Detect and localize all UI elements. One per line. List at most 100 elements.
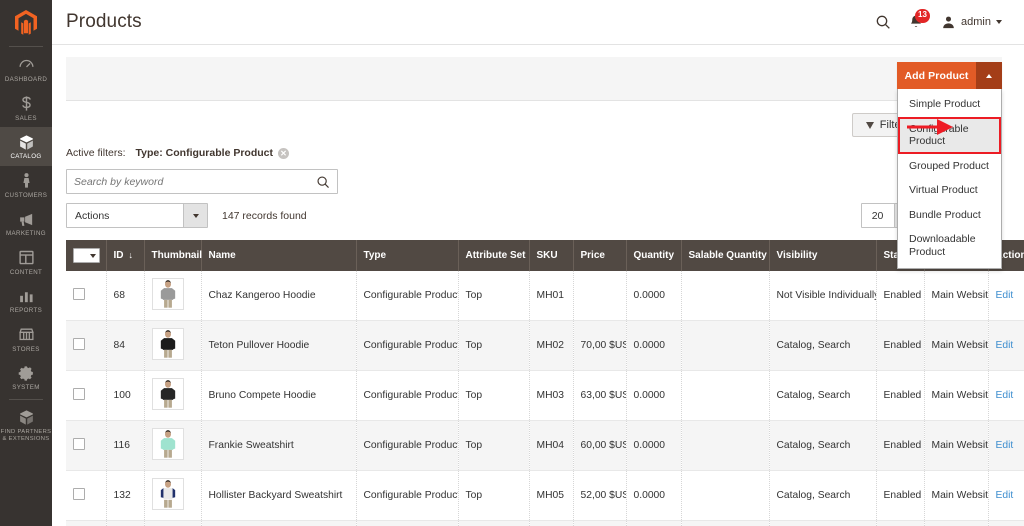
product-thumbnail[interactable]	[151, 328, 184, 360]
product-thumbnail[interactable]	[151, 378, 184, 410]
product-thumbnail[interactable]	[151, 278, 184, 310]
add-product-toggle[interactable]	[976, 62, 1002, 89]
row-checkbox[interactable]	[66, 320, 107, 371]
cell-action[interactable]: Edit	[988, 520, 1024, 526]
add-product-menu-item-bundle-product[interactable]: Bundle Product	[898, 203, 1001, 228]
admin-sidebar: DASHBOARD SALES CATALOG CUSTOMERS MARKET…	[0, 0, 52, 526]
cell-action[interactable]: Edit	[988, 370, 1024, 421]
cell-name: Hollister Backyard Sweatshirt	[201, 470, 357, 521]
search-input[interactable]	[74, 175, 316, 188]
row-checkbox[interactable]	[66, 271, 107, 321]
sidebar-item-marketing[interactable]: MARKETING	[0, 204, 52, 243]
sidebar-item-stores[interactable]: STORES	[0, 320, 52, 359]
sidebar-item-customers[interactable]: CUSTOMERS	[0, 166, 52, 205]
actions-select[interactable]: Actions	[66, 203, 208, 228]
cell-visibility: Catalog, Search	[769, 470, 877, 521]
th-visibility[interactable]: Visibility	[769, 240, 877, 271]
filter-chip-label: Type: Configurable Product	[135, 147, 273, 159]
row-checkbox[interactable]	[73, 438, 85, 450]
table-row[interactable]: 100 Bruno Compete Hoodie Configurable Prod…	[66, 370, 1024, 421]
row-checkbox[interactable]	[73, 388, 85, 400]
th-price[interactable]: Price	[573, 240, 627, 271]
table-row[interactable]: 84 Teton Pullover Hoodie Configurable Prod…	[66, 320, 1024, 371]
cell-action[interactable]: Edit	[988, 271, 1024, 321]
sidebar-item-find-partners-extensions[interactable]: FIND PARTNERS & EXTENSIONS	[0, 403, 52, 449]
cell-salable-quantity	[681, 320, 770, 371]
th-type[interactable]: Type	[356, 240, 459, 271]
add-product-menu-item-virtual-product[interactable]: Virtual Product	[898, 178, 1001, 203]
product-thumbnail[interactable]	[151, 478, 184, 510]
sidebar-item-content[interactable]: CONTENT	[0, 243, 52, 282]
add-product-menu-item-downloadable-product[interactable]: Downloadable Product	[898, 227, 1001, 264]
edit-link[interactable]: Edit	[996, 490, 1014, 501]
notifications-bell[interactable]: 13	[908, 9, 930, 30]
cell-websites: Main Website	[924, 420, 989, 471]
select-all-header[interactable]	[66, 240, 107, 271]
table-row[interactable]: 148 Stark Fundamental HoodieConfigurable …	[66, 520, 1024, 526]
add-product-menu-item-configurable-product[interactable]: Configurable Product	[898, 116, 1001, 154]
edit-link[interactable]: Edit	[996, 340, 1014, 351]
admin-menu[interactable]: admin	[941, 15, 1002, 30]
sidebar-item-reports[interactable]: REPORTS	[0, 281, 52, 320]
add-product-menu-item-simple-product[interactable]: Simple Product	[898, 92, 1001, 117]
row-checkbox[interactable]	[66, 470, 107, 521]
sidebar-item-system[interactable]: SYSTEM	[0, 358, 52, 397]
th-id[interactable]: ID ↓	[106, 240, 145, 271]
cell-attribute-set: Top	[458, 520, 530, 526]
th-attribute-set[interactable]: Attribute Set	[458, 240, 530, 271]
add-product-menu-item-grouped-product[interactable]: Grouped Product	[898, 154, 1001, 179]
row-checkbox[interactable]	[73, 288, 85, 300]
edit-link[interactable]: Edit	[996, 290, 1014, 301]
th-thumbnail[interactable]: Thumbnail	[144, 240, 202, 271]
th-salable-quantity[interactable]: Salable Quantity	[681, 240, 770, 271]
magento-logo-icon[interactable]	[0, 0, 52, 44]
table-row[interactable]: 68 Chaz Kangeroo Hoodie Configurable Produ…	[66, 271, 1024, 321]
cell-quantity: 0.0000	[626, 271, 682, 321]
th-sku[interactable]: SKU	[529, 240, 574, 271]
cell-quantity: 0.0000	[626, 470, 682, 521]
page-header: Products 13 admin	[52, 0, 1024, 45]
th-name[interactable]: Name	[201, 240, 357, 271]
cell-websites: Main Website	[924, 271, 989, 321]
th-quantity[interactable]: Quantity	[626, 240, 682, 271]
search-box[interactable]	[66, 169, 338, 194]
edit-link[interactable]: Edit	[996, 390, 1014, 401]
table-row[interactable]: 116 Frankie Sweatshirt Configurable Produc…	[66, 420, 1024, 471]
select-all-dropdown[interactable]	[73, 248, 100, 263]
table-row[interactable]: 132 Hollister Backyard Sweatshirt Configur…	[66, 470, 1024, 521]
cell-status: Enabled	[876, 271, 925, 321]
edit-link[interactable]: Edit	[996, 440, 1014, 451]
box-icon	[18, 133, 35, 151]
cell-thumbnail[interactable]	[144, 520, 202, 526]
cell-thumbnail[interactable]	[144, 271, 202, 321]
sidebar-label: FIND PARTNERS & EXTENSIONS	[0, 428, 52, 443]
add-product-split-button[interactable]: Add Product	[897, 62, 1002, 89]
add-product-button[interactable]: Add Product	[897, 62, 976, 89]
layout-icon	[18, 249, 35, 267]
cell-thumbnail[interactable]	[144, 370, 202, 421]
cell-thumbnail[interactable]	[144, 420, 202, 471]
row-checkbox[interactable]	[73, 338, 85, 350]
cell-thumbnail[interactable]	[144, 320, 202, 371]
cell-action[interactable]: Edit	[988, 320, 1024, 371]
cell-action[interactable]: Edit	[988, 420, 1024, 471]
sidebar-item-catalog[interactable]: CATALOG	[0, 127, 52, 166]
row-checkbox[interactable]	[66, 370, 107, 421]
row-checkbox[interactable]	[66, 420, 107, 471]
cell-visibility: Catalog, Search	[769, 520, 877, 526]
cell-price: 42,00 $US	[573, 520, 627, 526]
row-checkbox[interactable]	[66, 520, 107, 526]
close-circle-icon[interactable]: ✕	[278, 147, 289, 159]
cell-sku: MH06	[529, 520, 574, 526]
search-icon[interactable]	[875, 14, 891, 30]
chevron-down-icon[interactable]	[183, 204, 207, 227]
sidebar-item-sales[interactable]: SALES	[0, 89, 52, 128]
cell-thumbnail[interactable]	[144, 470, 202, 521]
sidebar-item-dashboard[interactable]: DASHBOARD	[0, 50, 52, 89]
product-thumbnail[interactable]	[151, 428, 184, 460]
cell-type: Configurable Product	[356, 370, 459, 421]
cell-action[interactable]: Edit	[988, 470, 1024, 521]
row-checkbox[interactable]	[73, 488, 85, 500]
cell-id: 100	[106, 370, 145, 421]
cell-id: 68	[106, 271, 145, 321]
